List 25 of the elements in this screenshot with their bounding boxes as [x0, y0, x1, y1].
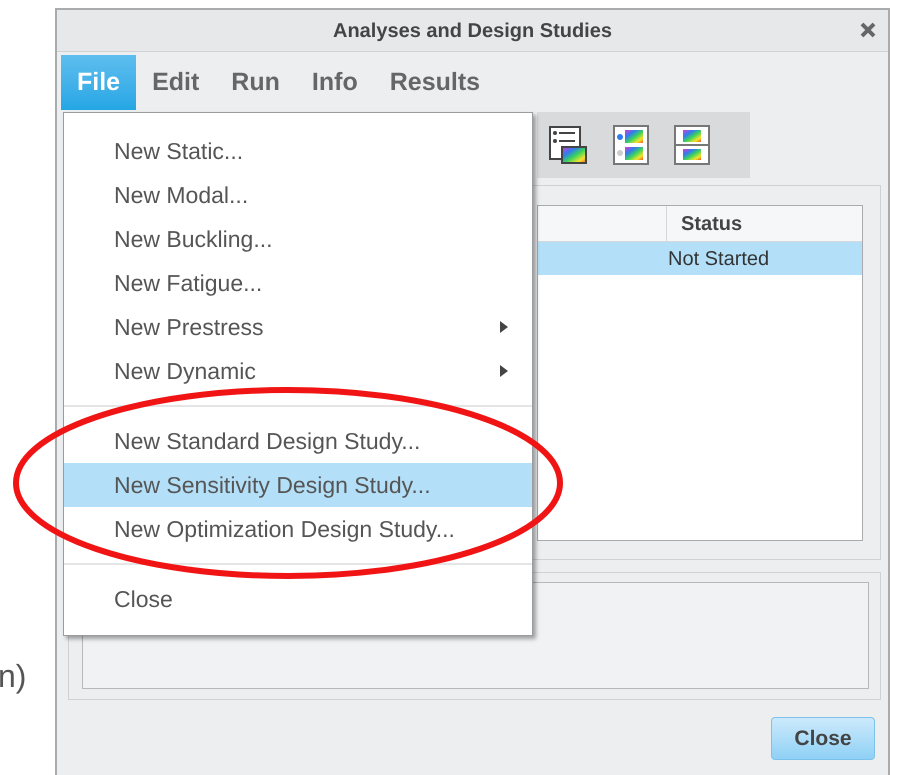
- menu-item[interactable]: New Static...: [64, 129, 532, 173]
- radio-chart-icon[interactable]: [613, 125, 649, 165]
- split-chart-icon[interactable]: [674, 125, 710, 165]
- menu-tab[interactable]: Run: [215, 55, 296, 110]
- status-cell-text: Not Started: [667, 246, 770, 272]
- close-button[interactable]: Close: [771, 717, 875, 760]
- menu-item[interactable]: New Buckling...: [64, 217, 532, 261]
- submenu-arrow-icon: [500, 321, 508, 333]
- menu-tab[interactable]: Info: [296, 55, 374, 110]
- list-chart-icon[interactable]: [548, 125, 588, 165]
- menu-item[interactable]: New Modal...: [64, 173, 532, 217]
- menu-item[interactable]: New Sensitivity Design Study...: [64, 463, 532, 507]
- menu-item[interactable]: Close: [64, 577, 532, 621]
- menu-item[interactable]: New Fatigue...: [64, 261, 532, 305]
- menu-item[interactable]: New Optimization Design Study...: [64, 507, 532, 551]
- menu-tab[interactable]: Edit: [136, 55, 216, 110]
- submenu-arrow-icon: [500, 365, 508, 377]
- side-text: n): [0, 660, 26, 692]
- table-row[interactable]: Not Started: [538, 242, 862, 275]
- menu-item[interactable]: New Dynamic: [64, 349, 532, 393]
- menu-item[interactable]: New Prestress: [64, 305, 532, 349]
- menu-item[interactable]: New Standard Design Study...: [64, 419, 532, 463]
- window-title: Analyses and Design Studies: [333, 18, 612, 44]
- menu-tab[interactable]: Results: [374, 55, 496, 110]
- close-icon[interactable]: [858, 20, 878, 40]
